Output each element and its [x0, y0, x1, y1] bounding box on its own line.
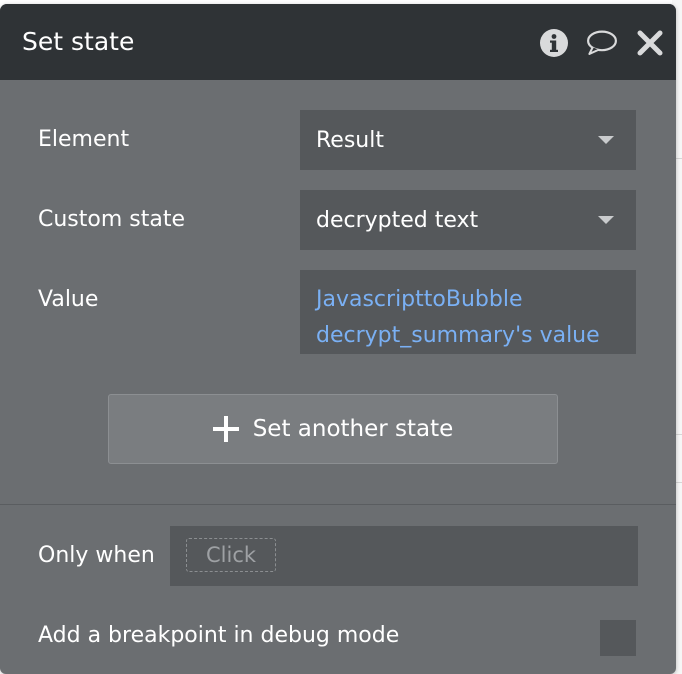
custom-state-selected-value: decrypted text [316, 207, 479, 233]
custom-state-dropdown[interactable]: decrypted text [300, 190, 636, 250]
set-state-dialog: Set state Element Result Custom state de… [0, 4, 676, 674]
set-another-state-button[interactable]: Set another state [108, 394, 558, 464]
comment-icon[interactable] [586, 27, 618, 59]
value-expression-line[interactable]: JavascripttoBubble [316, 282, 620, 318]
only-when-label: Only when [38, 543, 155, 568]
custom-state-label: Custom state [38, 207, 186, 232]
value-expression-line[interactable]: decrypt_summary's value [316, 318, 620, 354]
element-label: Element [38, 127, 130, 152]
chevron-down-icon [598, 216, 614, 224]
close-icon[interactable] [634, 27, 666, 59]
element-dropdown[interactable]: Result [300, 110, 636, 170]
element-selected-value: Result [316, 127, 384, 153]
chevron-down-icon [598, 136, 614, 144]
dialog-title: Set state [22, 27, 135, 56]
info-icon[interactable] [538, 27, 570, 59]
header-icons [538, 24, 666, 62]
only-when-condition-field[interactable]: Click [170, 526, 638, 586]
plus-icon [212, 416, 239, 442]
breakpoint-checkbox[interactable] [600, 620, 636, 656]
condition-placeholder-chip[interactable]: Click [186, 538, 277, 572]
breakpoint-label: Add a breakpoint in debug mode [38, 623, 400, 648]
value-label: Value [38, 287, 99, 312]
dialog-header: Set state [0, 4, 676, 80]
section-divider [0, 504, 676, 505]
set-another-state-label: Set another state [252, 416, 454, 442]
value-expression-field[interactable]: JavascripttoBubble decrypt_summary's val… [300, 270, 636, 354]
